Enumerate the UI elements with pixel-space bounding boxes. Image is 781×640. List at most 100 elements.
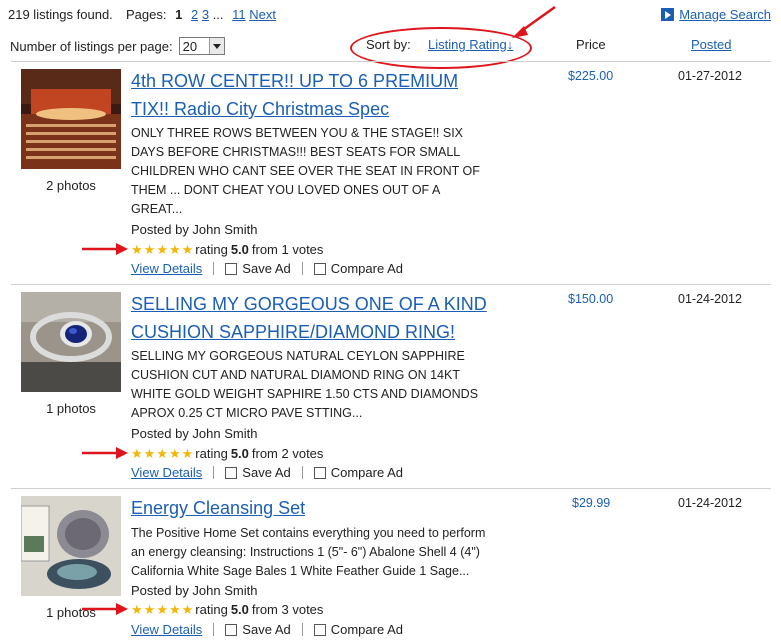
checkbox-icon[interactable] [313, 466, 326, 479]
red-arrow-annotation [82, 603, 128, 615]
checkbox-icon[interactable] [313, 262, 326, 275]
listing-title-line: CUSHION SAPPHIRE/DIAMOND RING! [131, 322, 456, 342]
description-line: THEM ... DONT CHEAT YOU LOVED ONES OUT O… [131, 183, 441, 197]
photo-count: 2 photos [46, 178, 96, 193]
divider [11, 284, 771, 285]
rating-votes: from 2 votes [251, 446, 324, 461]
rating-stars: ★ ★ ★ ★ ★ [131, 603, 193, 616]
description-line: DAYS BEFORE CHRISTMAS!!! BEST SEATS FOR … [131, 145, 461, 159]
play-icon [661, 8, 675, 21]
listing-thumbnail[interactable] [21, 496, 121, 596]
listing-title-line: SELLING MY GORGEOUS ONE OF A KIND [131, 294, 487, 314]
listing-title-link[interactable]: SELLING MY GORGEOUS ONE OF A KIND CUSHIO… [131, 290, 531, 346]
star-icon: ★ [168, 446, 181, 461]
listing-rating: ★ ★ ★ ★ ★ rating 5.0 from 3 votes [131, 602, 323, 617]
divider [11, 61, 771, 62]
star-icon: ★ [156, 446, 168, 461]
listing-title-link[interactable]: 4th ROW CENTER!! UP TO 6 PREMIUM TIX!! R… [131, 67, 531, 123]
separator [213, 466, 215, 479]
save-ad-label[interactable]: Save Ad [242, 622, 290, 637]
page-3-link[interactable]: 3 [202, 7, 209, 22]
listing-date: 01-24-2012 [678, 292, 742, 306]
compare-ad-label[interactable]: Compare Ad [331, 261, 403, 276]
star-icon: ★ [156, 602, 168, 617]
per-page-control: Number of listings per page: 20 [10, 37, 225, 55]
listing-title-line: 4th ROW CENTER!! UP TO 6 PREMIUM [131, 71, 459, 91]
listing-description: SELLING MY GORGEOUS NATURAL CEYLON SAPPH… [131, 347, 511, 423]
view-details-link[interactable]: View Details [131, 622, 202, 637]
separator [301, 262, 303, 275]
checkbox-icon[interactable] [225, 466, 238, 479]
checkbox-icon[interactable] [313, 623, 326, 636]
star-icon: ★ [168, 242, 181, 257]
divider [11, 488, 771, 489]
pages-ellipsis: ... [212, 7, 224, 22]
posted-by: Posted by John Smith [131, 426, 258, 441]
description-line: California White Sage Bales 1 White Feat… [131, 564, 470, 578]
photo-count: 1 photos [46, 401, 96, 416]
rating-stars: ★ ★ ★ ★ ★ [131, 447, 193, 460]
rating-word: rating [195, 446, 228, 461]
separator [301, 466, 303, 479]
rating-word: rating [195, 602, 228, 617]
separator [301, 623, 303, 636]
star-icon: ★ [143, 242, 156, 257]
page-2-link[interactable]: 2 [191, 7, 198, 22]
listing-price: $225.00 [568, 69, 614, 83]
description-line: SELLING MY GORGEOUS NATURAL CEYLON SAPPH… [131, 349, 465, 363]
star-icon: ★ [131, 602, 143, 617]
star-icon: ★ [143, 602, 156, 617]
description-line: WHITE GOLD WEIGHT SAPHIRE 1.50 CTS AND D… [131, 387, 479, 401]
per-page-label: Number of listings per page: [10, 38, 173, 54]
star-icon: ★ [156, 242, 168, 257]
page-11-link[interactable]: 11 [232, 7, 246, 22]
save-ad-label[interactable]: Save Ad [242, 465, 290, 480]
star-icon: ★ [181, 242, 194, 257]
pagination: Pages: 1 2 3 ... 11 Next [126, 7, 276, 22]
price-column-header: Price [576, 37, 606, 52]
page-1-current: 1 [175, 7, 183, 22]
posted-by: Posted by John Smith [131, 583, 258, 598]
listing-rating: ★ ★ ★ ★ ★ rating 5.0 from 1 votes [131, 242, 323, 257]
view-details-link[interactable]: View Details [131, 465, 202, 480]
listing-title-line: Energy Cleansing Set [131, 498, 306, 518]
listing-thumbnail[interactable] [21, 69, 121, 169]
separator [213, 623, 215, 636]
compare-ad-label[interactable]: Compare Ad [331, 622, 403, 637]
listing-title-link[interactable]: Energy Cleansing Set [131, 494, 531, 522]
red-arrow-annotation [82, 447, 128, 459]
dropdown-arrow-icon[interactable] [208, 38, 224, 54]
listing-price: $29.99 [572, 496, 611, 510]
listing-date: 01-24-2012 [678, 496, 742, 510]
per-page-select[interactable]: 20 [178, 37, 225, 55]
rating-votes: from 1 votes [251, 242, 324, 257]
star-icon: ★ [181, 602, 194, 617]
next-page-link[interactable]: Next [249, 7, 276, 22]
compare-ad-label[interactable]: Compare Ad [331, 465, 403, 480]
checkbox-icon[interactable] [225, 623, 238, 636]
star-icon: ★ [131, 242, 143, 257]
separator [213, 262, 215, 275]
listing-thumbnail[interactable] [21, 292, 121, 392]
view-details-link[interactable]: View Details [131, 261, 202, 276]
red-arrow-annotation [512, 5, 556, 38]
rating-votes: from 3 votes [251, 602, 324, 617]
listing-rating: ★ ★ ★ ★ ★ rating 5.0 from 2 votes [131, 446, 323, 461]
manage-search[interactable]: Manage Search [661, 7, 771, 22]
checkbox-icon[interactable] [225, 262, 238, 275]
listing-actions: View Details Save Ad Compare Ad [131, 622, 403, 637]
red-arrow-annotation [82, 243, 128, 255]
posted-column-header-link[interactable]: Posted [691, 37, 731, 52]
star-icon: ★ [181, 446, 194, 461]
listing-description: The Positive Home Set contains everythin… [131, 524, 511, 581]
description-line: GREAT... [131, 202, 183, 216]
listing-title-line: TIX!! Radio City Christmas Spec [131, 99, 390, 119]
star-icon: ★ [143, 446, 156, 461]
save-ad-label[interactable]: Save Ad [242, 261, 290, 276]
manage-search-link[interactable]: Manage Search [679, 7, 771, 22]
listing-actions: View Details Save Ad Compare Ad [131, 465, 403, 480]
pages-label: Pages: [126, 7, 167, 22]
description-line: ONLY THREE ROWS BETWEEN YOU & THE STAGE!… [131, 126, 464, 140]
description-line: APROX 0.25 CT MICRO PAVE STTING... [131, 406, 363, 420]
per-page-value: 20 [182, 38, 198, 54]
